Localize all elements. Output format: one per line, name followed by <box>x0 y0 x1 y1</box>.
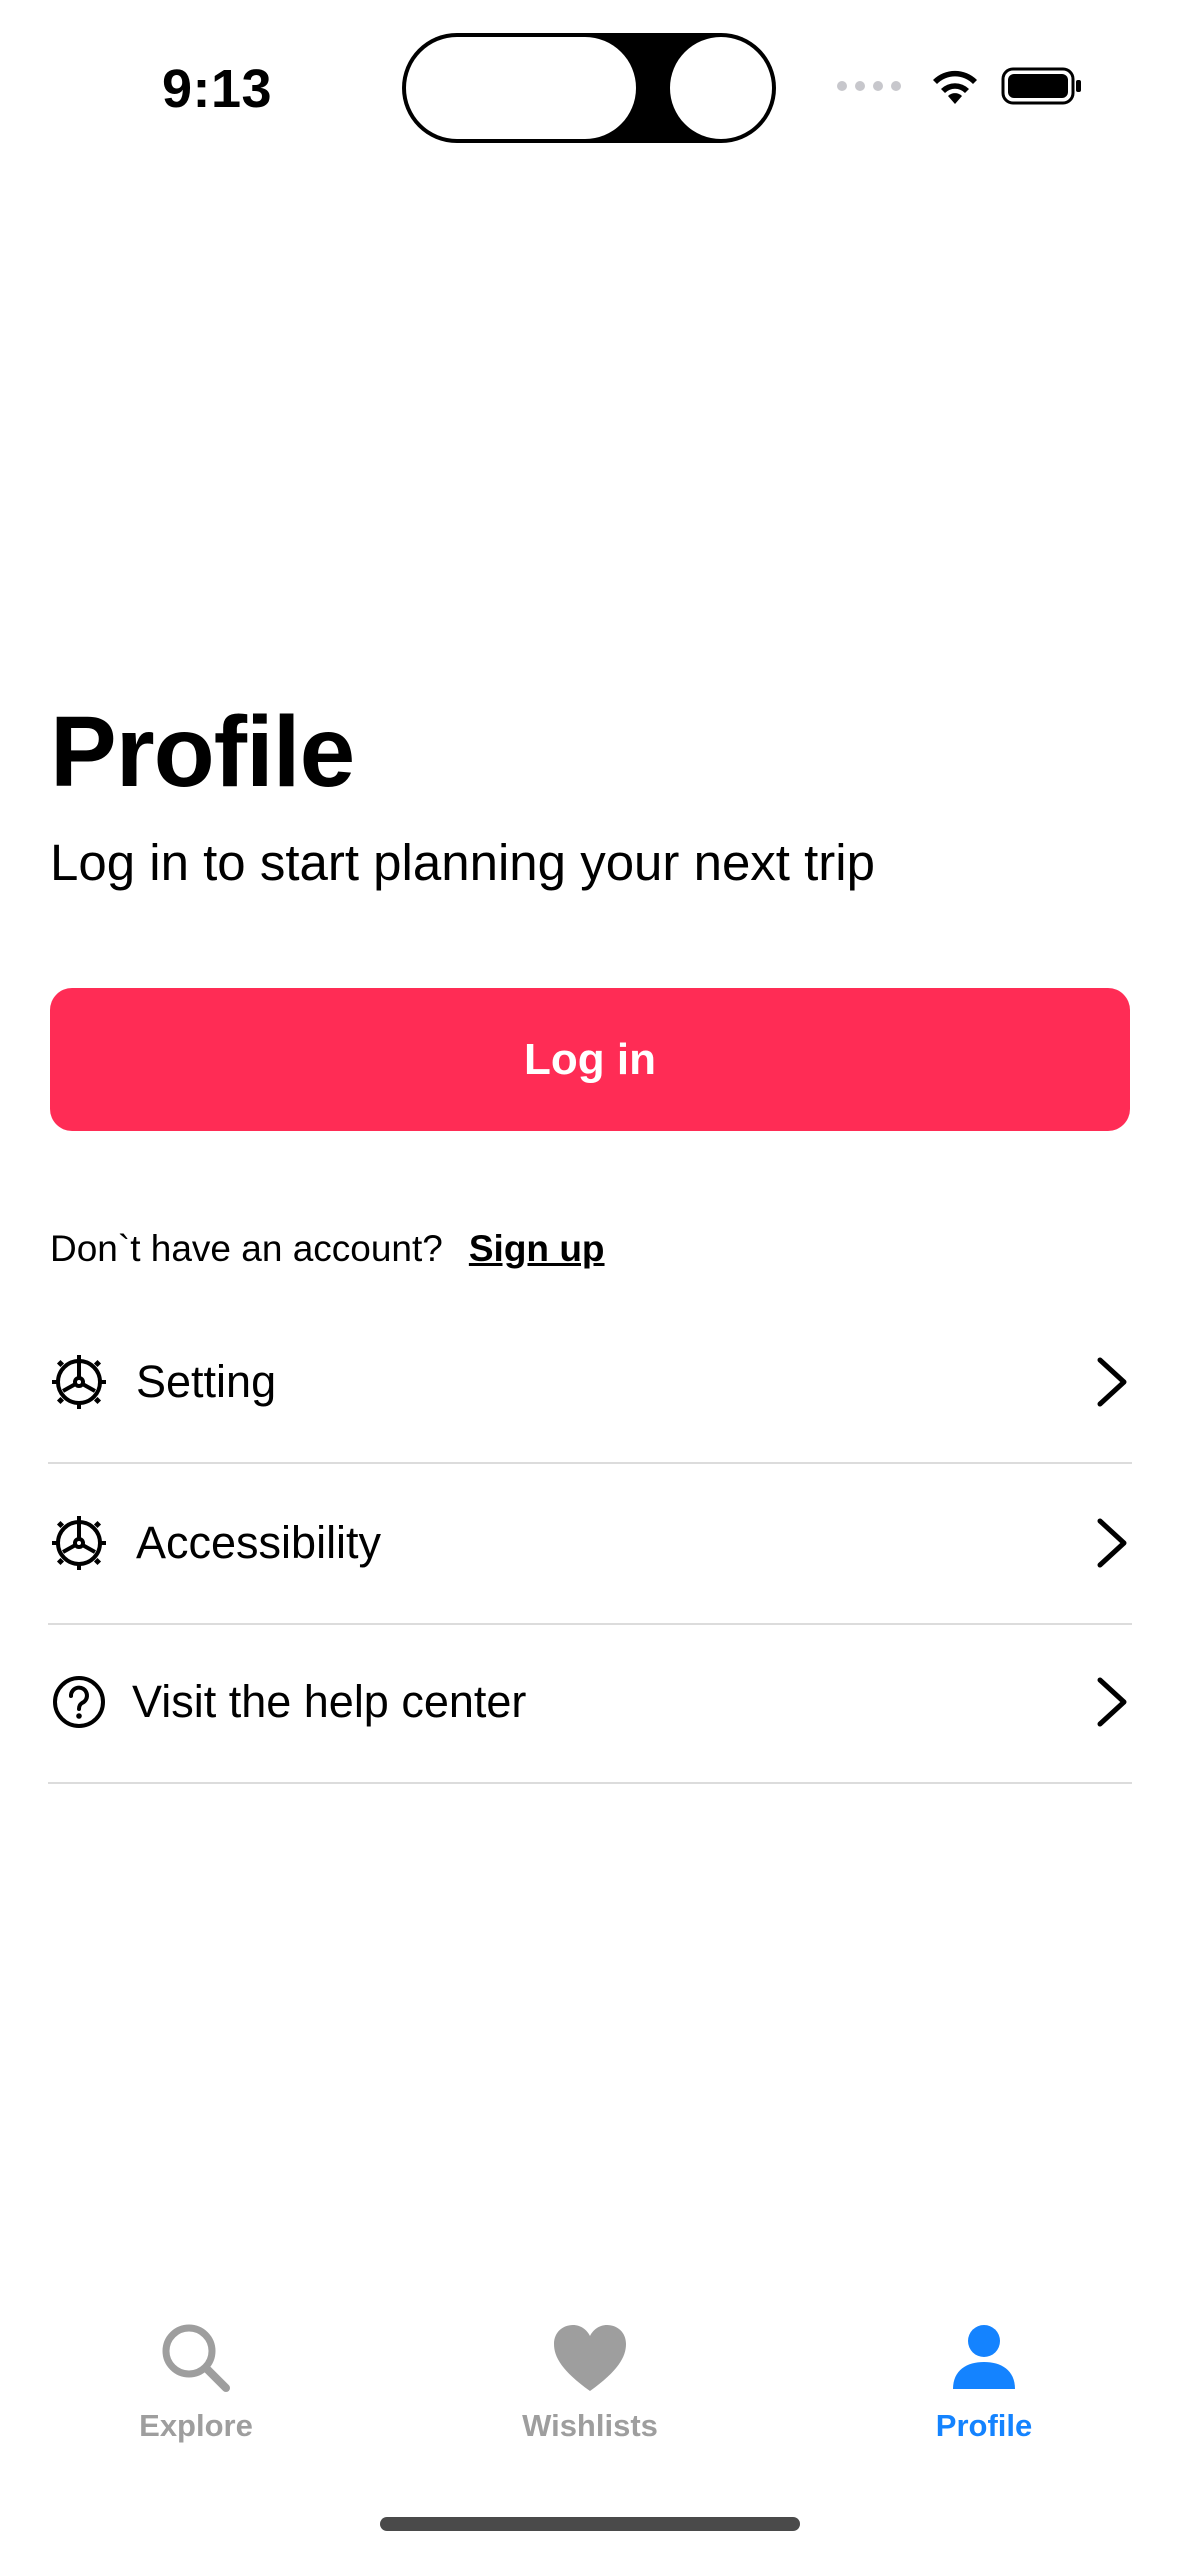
status-time: 9:13 <box>162 59 273 119</box>
page-title: Profile <box>50 696 355 808</box>
signup-row: Don`t have an account? Sign up <box>50 1228 605 1270</box>
status-indicators <box>837 66 1083 106</box>
menu-item-label: Setting <box>136 1356 277 1407</box>
wifi-icon <box>933 70 977 104</box>
home-indicator[interactable] <box>380 2517 800 2531</box>
island-dot <box>670 37 772 139</box>
tab-wishlists[interactable]: Wishlists <box>440 2318 740 2444</box>
gear-icon <box>50 1514 108 1572</box>
chevron-right-icon <box>1097 1357 1127 1407</box>
tab-label: Profile <box>935 2408 1033 2443</box>
signup-link[interactable]: Sign up <box>469 1228 605 1270</box>
cellular-signal-icon <box>837 81 901 91</box>
menu-item-help-center[interactable]: Visit the help center <box>48 1622 1132 1784</box>
tab-label: Wishlists <box>522 2408 658 2443</box>
dynamic-island <box>402 33 776 143</box>
tab-label: Explore <box>139 2408 253 2443</box>
signup-prompt: Don`t have an account? <box>50 1228 443 1269</box>
tab-explore[interactable]: Explore <box>46 2318 346 2444</box>
battery-icon <box>1001 67 1081 105</box>
island-pill <box>406 37 636 139</box>
tab-profile[interactable]: Profile <box>834 2318 1134 2444</box>
menu-item-setting[interactable]: Setting <box>48 1302 1132 1464</box>
login-button-label: Log in <box>524 1034 656 1084</box>
menu-item-accessibility[interactable]: Accessibility <box>48 1463 1132 1625</box>
heart-icon <box>550 2318 630 2398</box>
page-subtitle: Log in to start planning your next trip <box>50 834 875 891</box>
person-icon <box>944 2318 1024 2398</box>
gear-icon <box>50 1353 108 1411</box>
menu-item-label: Visit the help center <box>132 1676 527 1727</box>
question-circle-icon <box>50 1673 108 1731</box>
search-icon <box>156 2318 236 2398</box>
menu-item-label: Accessibility <box>136 1517 382 1568</box>
chevron-right-icon <box>1097 1677 1127 1727</box>
chevron-right-icon <box>1097 1518 1127 1568</box>
login-button[interactable]: Log in <box>50 988 1130 1131</box>
